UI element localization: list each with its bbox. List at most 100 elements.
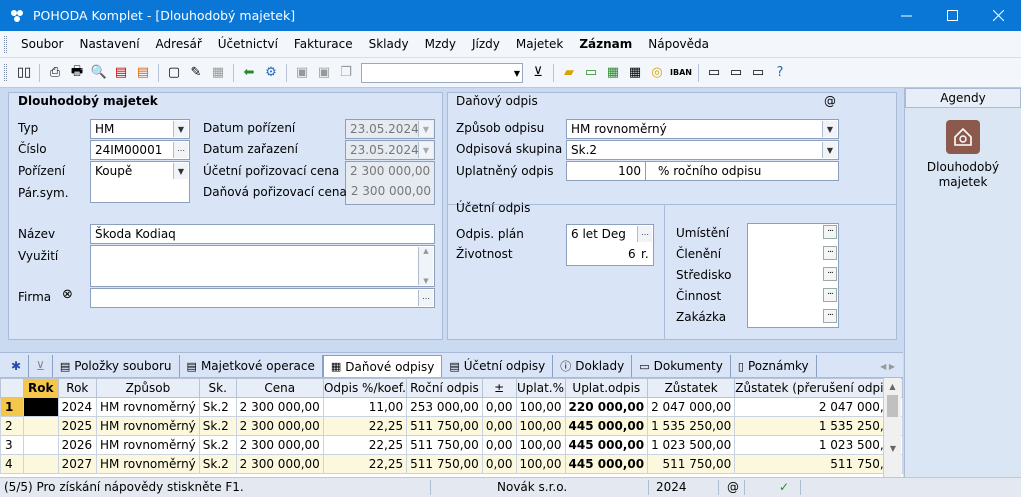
chevron-down-icon[interactable]: ▼ [173, 163, 188, 179]
chevron-down-icon[interactable]: ▼ [418, 121, 433, 137]
cell-zpusob[interactable]: HM rovnoměrný [96, 397, 200, 417]
cell-uplat-pct[interactable]: 100,00 [515, 397, 566, 417]
quick-filter-combo[interactable]: ▼ [361, 62, 523, 83]
cell-odpis-koef[interactable]: 22,25 [322, 435, 408, 455]
cell-rocni-odpis[interactable]: 511 750,00 [406, 454, 483, 474]
menu-ucetnictvi[interactable]: Účetnictví [210, 37, 286, 51]
rok-sort-cell[interactable] [22, 454, 59, 474]
ellipsis-icon[interactable]: ⋯ [173, 142, 188, 158]
ellipsis-icon[interactable]: ⋯ [418, 290, 433, 306]
scroll-up-icon[interactable]: ▲ [884, 382, 901, 391]
tab-doklady[interactable]: ⓘ Doklady [553, 355, 633, 377]
cell-uplat-odpis[interactable]: 445 000,00 [564, 435, 649, 455]
iban-icon[interactable]: IBAN [670, 62, 692, 84]
cell-odpis-koef[interactable]: 11,00 [322, 397, 408, 417]
money-icon[interactable]: ▭ [582, 62, 600, 84]
header-plusminus[interactable]: ± [481, 378, 517, 398]
tab-filter[interactable]: ⊻ [29, 355, 53, 377]
menu-mzdy[interactable]: Mzdy [417, 37, 464, 51]
row-number[interactable]: 4 [0, 454, 24, 474]
datum-porizeni-field[interactable]: 23.05.2024 ▼ [345, 119, 435, 139]
ucetni-cena-field[interactable]: 2 300 000,00 [345, 161, 435, 205]
chevron-down-icon[interactable]: ▼ [173, 121, 188, 137]
cell-plusminus[interactable]: 0,00 [481, 435, 517, 455]
cell-uplat-odpis[interactable]: 445 000,00 [564, 416, 649, 436]
cell-cena[interactable]: 2 300 000,00 [235, 435, 324, 455]
cell-uplat-odpis[interactable]: 445 000,00 [564, 454, 649, 474]
cislo-field[interactable]: 24IM00001 ⋯ [90, 140, 190, 160]
rok-sort-cell[interactable] [22, 435, 59, 455]
datum-zarazeni-field[interactable]: 23.05.2024 ▼ [345, 140, 435, 160]
window2-icon[interactable]: ▭ [727, 62, 745, 84]
cell-cena[interactable]: 2 300 000,00 [235, 454, 324, 474]
header-zpusob[interactable]: Způsob [96, 378, 200, 398]
cell-zpusob[interactable]: HM rovnoměrný [96, 454, 200, 474]
row-number[interactable]: 1 [0, 397, 24, 417]
header-zustatek[interactable]: Zůstatek [647, 378, 736, 398]
menu-nastaveni[interactable]: Nastavení [71, 37, 147, 51]
cell-zustatek[interactable]: 1 535 250,00 [647, 416, 736, 436]
print-icon[interactable]: 🖶 [68, 62, 86, 84]
help-icon[interactable]: ? [771, 62, 789, 84]
cell-rocni-odpis[interactable]: 511 750,00 [406, 416, 483, 436]
cell-plusminus[interactable]: 0,00 [481, 416, 517, 436]
window3-icon[interactable]: ▭ [749, 62, 767, 84]
tab-danove[interactable]: ▦ Daňové odpisy [322, 355, 443, 377]
porizeni-field[interactable]: Koupě ▼ [90, 161, 190, 203]
row-number[interactable]: 2 [0, 416, 24, 436]
uplatneny-field[interactable]: 100 [566, 161, 646, 181]
tab-polozky[interactable]: ▤ Položky souboru [53, 355, 180, 377]
menu-adresar[interactable]: Adresář [148, 37, 210, 51]
tab-majetkove[interactable]: ▤ Majetkové operace [180, 355, 323, 377]
cell-rok[interactable]: 2027 [57, 454, 98, 474]
cell-zustatek-preruseni[interactable]: 1 535 250,00 [734, 416, 903, 436]
zakazka-ellipsis-icon[interactable]: ... [823, 309, 837, 323]
cinnost-ellipsis-icon[interactable]: ... [823, 288, 837, 302]
typ-field[interactable]: HM ▼ [90, 119, 190, 139]
back-arrow-icon[interactable]: ⬅ [240, 62, 258, 84]
filter-icon[interactable]: ⊻ [529, 62, 547, 84]
cell-rocni-odpis[interactable]: 253 000,00 [406, 397, 483, 417]
calculator-icon[interactable]: ▦ [626, 62, 644, 84]
scroll-thumb[interactable] [887, 395, 898, 417]
cell-uplat-pct[interactable]: 100,00 [515, 454, 566, 474]
menu-majetek[interactable]: Majetek [508, 37, 571, 51]
grid-vertical-scrollbar[interactable]: ▲ ▼ [883, 378, 901, 477]
tab-scroll-arrows[interactable]: ◀ ▶ [880, 362, 895, 371]
header-rok[interactable]: Rok [57, 378, 98, 398]
vyuziti-scrollbar[interactable]: ▲ ▼ [418, 247, 433, 285]
header-sk[interactable]: Sk. [198, 378, 237, 398]
menu-sklady[interactable]: Sklady [361, 37, 417, 51]
tab-ucetni[interactable]: ▤ Účetní odpisy [442, 355, 554, 377]
folder-icon[interactable]: ▰ [560, 62, 578, 84]
header-cena[interactable]: Cena [235, 378, 324, 398]
agendy-item-label[interactable]: Dlouhodobý majetek [905, 160, 1021, 190]
cell-sk[interactable]: Sk.2 [198, 454, 237, 474]
ellipsis-icon[interactable]: ⋯ [637, 226, 652, 242]
zivotnost-value[interactable]: 6 [628, 247, 636, 261]
header-rocni-odpis[interactable]: Roční odpis [406, 378, 483, 398]
menu-jizdy[interactable]: Jízdy [464, 37, 508, 51]
menu-napoveda[interactable]: Nápověda [640, 37, 717, 51]
header-uplat-pct[interactable]: Uplat.% [515, 378, 566, 398]
cell-zpusob[interactable]: HM rovnoměrný [96, 416, 200, 436]
cell-sk[interactable]: Sk.2 [198, 397, 237, 417]
chevron-down-icon[interactable]: ▼ [418, 142, 433, 158]
header-odpis-koef[interactable]: Odpis %/koef. [322, 378, 408, 398]
stredisko-list[interactable]: ... ... ... ... ... [747, 223, 839, 328]
scroll-down-icon[interactable]: ▼ [884, 444, 902, 453]
cell-rok[interactable]: 2025 [57, 416, 98, 436]
header-zustatek-preruseni[interactable]: Zůstatek (přerušení odpisu) [734, 378, 903, 398]
copy-icon[interactable]: ❐ [337, 62, 355, 84]
table-row[interactable]: 3 2026 HM rovnoměrný Sk.2 2 300 000,00 2… [0, 435, 903, 455]
cell-cena[interactable]: 2 300 000,00 [235, 416, 324, 436]
menu-zaznam[interactable]: Záznam [571, 37, 640, 51]
print-preview-icon[interactable]: 🔍 [90, 62, 108, 84]
new-record-icon[interactable]: ▢ [165, 62, 183, 84]
grid-icon[interactable]: ▦ [209, 62, 227, 84]
cell-cena[interactable]: 2 300 000,00 [235, 397, 324, 417]
cell-plusminus[interactable]: 0,00 [481, 454, 517, 474]
cell-odpis-koef[interactable]: 22,25 [322, 454, 408, 474]
cell-zustatek[interactable]: 1 023 500,00 [647, 435, 736, 455]
cell-plusminus[interactable]: 0,00 [481, 397, 517, 417]
